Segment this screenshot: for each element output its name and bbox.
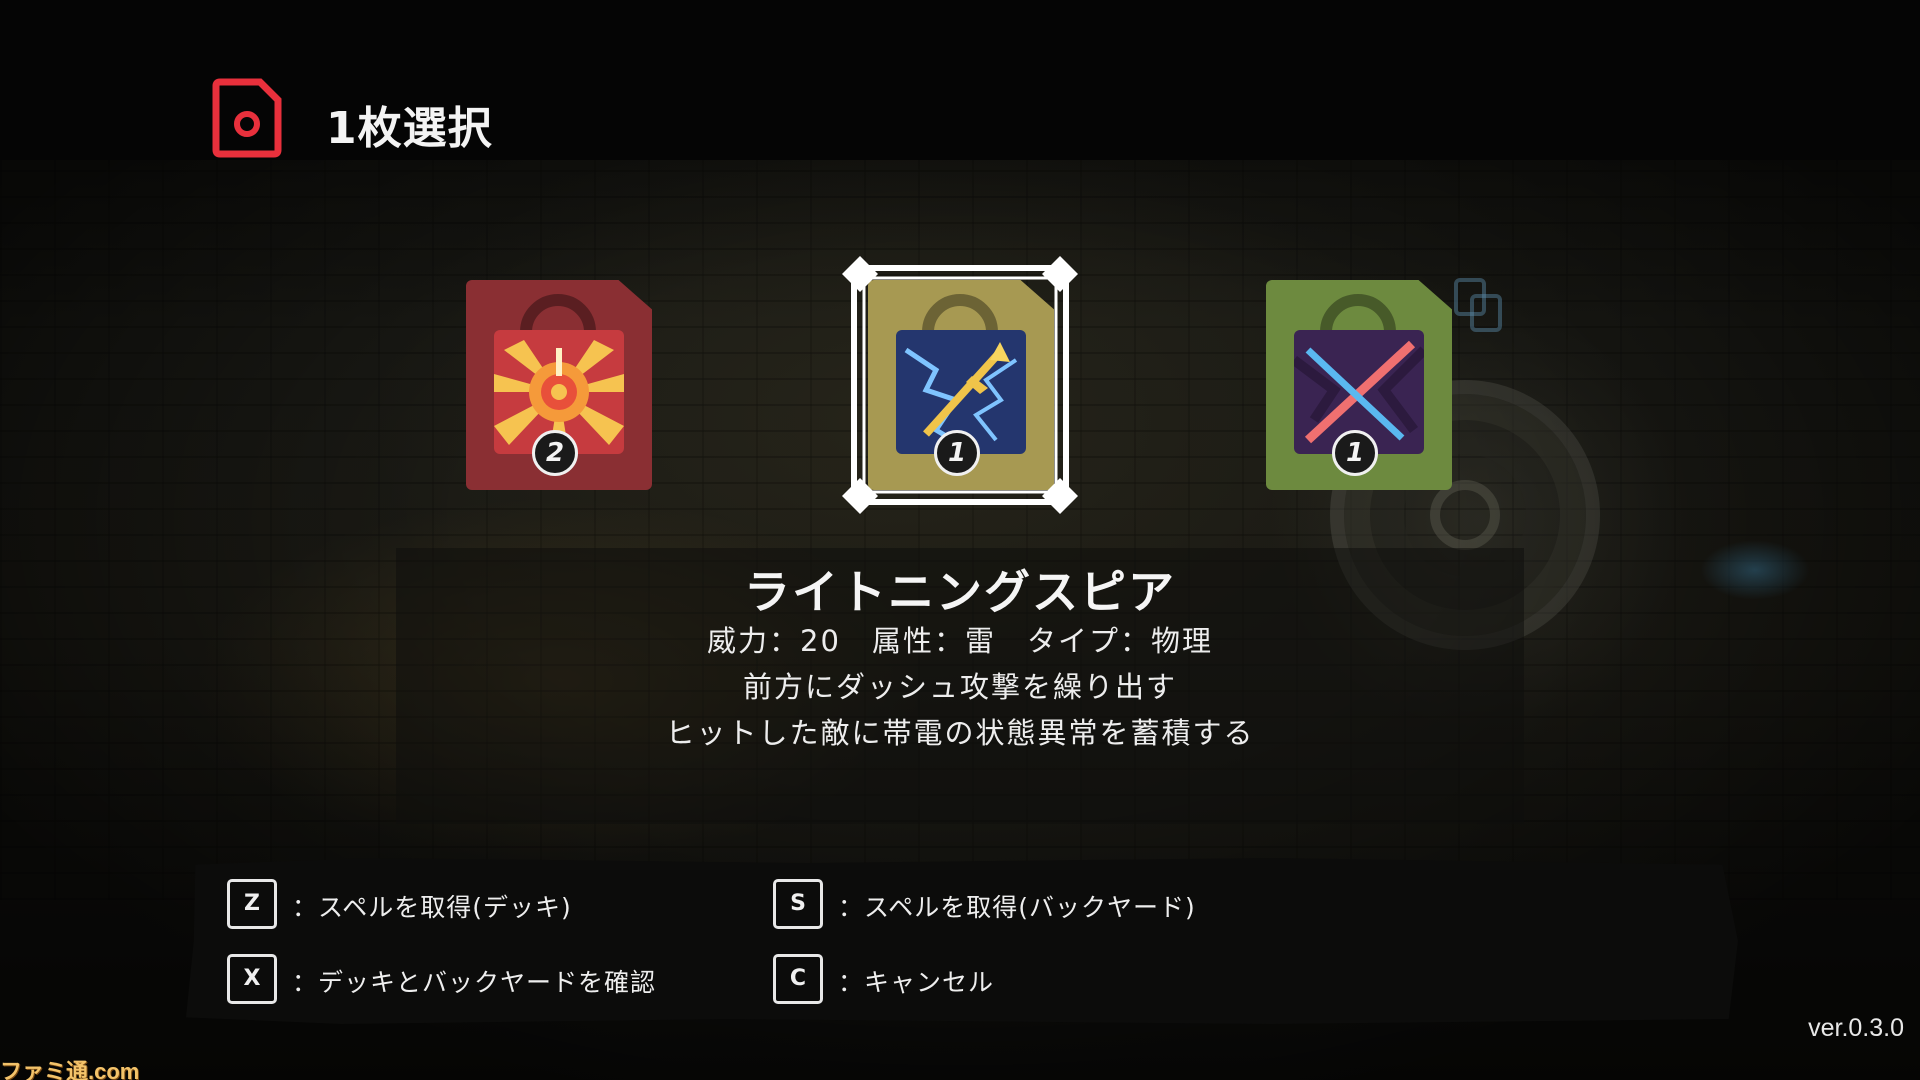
key-z-label: ：スペルを取得(デッキ) <box>292 893 572 922</box>
card-select-icon <box>212 78 282 158</box>
key-x-button[interactable]: X <box>227 954 277 1004</box>
key-c-button[interactable]: C <box>773 954 823 1004</box>
key-s-button[interactable]: S <box>773 879 823 929</box>
card-cost-badge: 1 <box>1332 430 1378 476</box>
spell-description-line-1: 前方にダッシュ攻撃を繰り出す <box>742 670 1177 704</box>
controls-panel <box>186 858 1738 1024</box>
spell-name: ライトニングスピア <box>744 565 1176 619</box>
spell-card-cross-slash[interactable]: 1 <box>1266 280 1452 490</box>
top-bar <box>0 0 1920 160</box>
key-x-label: ：デッキとバックヤードを確認 <box>292 968 657 997</box>
spell-stats: 威力：20 属性：雷 タイプ：物理 <box>707 624 1213 658</box>
copy-cards-icon <box>1452 276 1506 334</box>
key-s-label: ：スペルを取得(バックヤード) <box>838 893 1196 922</box>
card-cost-badge: 2 <box>532 430 578 476</box>
spell-description-line-2: ヒットした敵に帯電の状態異常を蓄積する <box>665 716 1255 750</box>
page-title: 1枚選択 <box>326 103 493 154</box>
card-selection-frame <box>840 254 1080 516</box>
version-label: ver.0.3.0 <box>1808 1014 1904 1042</box>
key-z-button[interactable]: Z <box>227 879 277 929</box>
spell-card-sunburst[interactable]: 2 <box>466 280 652 490</box>
watermark-logo: ファミ通.com <box>0 1059 140 1080</box>
key-c-label: ：キャンセル <box>838 968 995 997</box>
